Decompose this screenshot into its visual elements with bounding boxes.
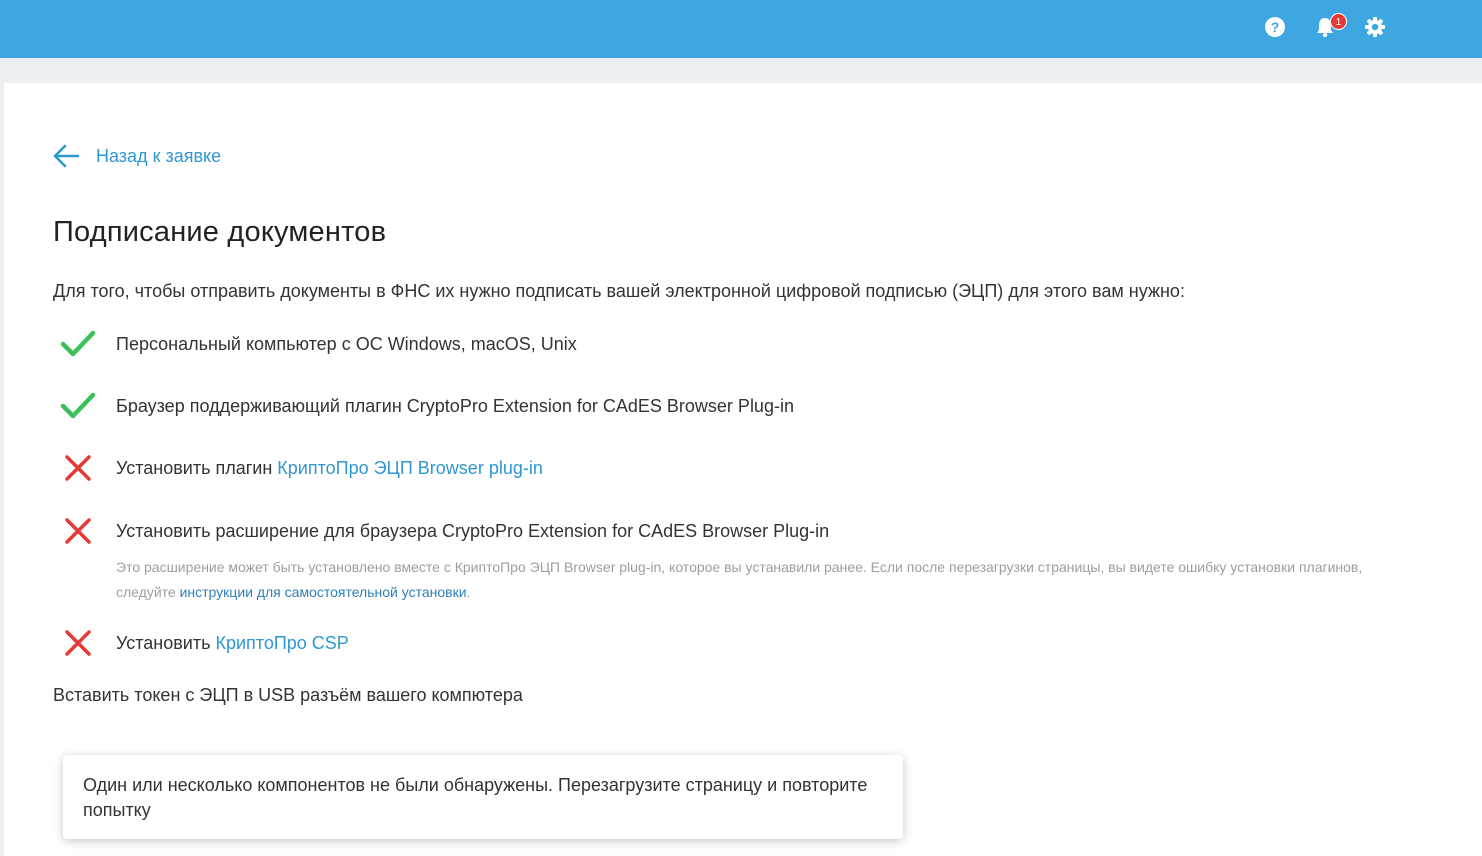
- question-circle-icon[interactable]: ?: [1263, 15, 1287, 39]
- requirement-item: Установить КриптоПро CSP: [60, 625, 349, 661]
- requirement-text: Установить КриптоПро CSP: [116, 632, 349, 653]
- top-bar: ? 1: [0, 0, 1482, 58]
- main-card: Назад к заявке Подписание документов Для…: [4, 83, 1482, 856]
- requirement-item: Браузер поддерживающий плагин CryptoPro …: [60, 388, 794, 424]
- check-icon: [60, 388, 96, 424]
- requirement-text: Персональный компьютер с ОС Windows, mac…: [116, 333, 577, 354]
- arrow-left-icon: [53, 144, 80, 168]
- cross-icon: [60, 513, 96, 549]
- notification-count-badge: 1: [1330, 13, 1347, 30]
- manual-install-instructions-link[interactable]: инструкции для самостоятельной установки: [180, 584, 467, 600]
- requirement-item: Установить расширение для браузера Crypt…: [60, 513, 829, 549]
- svg-text:?: ?: [1271, 19, 1280, 35]
- cross-icon: [60, 625, 96, 661]
- extension-note: Это расширение может быть установлено вм…: [116, 559, 1363, 600]
- requirement-item: Персональный компьютер с ОС Windows, mac…: [60, 326, 577, 362]
- requirement-text: Браузер поддерживающий плагин CryptoPro …: [116, 395, 794, 416]
- usb-token-step: Вставить токен с ЭЦП в USB разъём вашего…: [53, 685, 523, 705]
- gear-icon[interactable]: [1363, 15, 1387, 39]
- back-to-application-link[interactable]: Назад к заявке: [52, 143, 221, 169]
- back-link-label: Назад к заявке: [96, 145, 222, 166]
- check-icon: [60, 326, 96, 362]
- cryptopro-csp-link[interactable]: КриптоПро CSP: [215, 633, 348, 653]
- error-toast: Один или несколько компонентов не были о…: [63, 755, 903, 839]
- intro-text: Для того, чтобы отправить документы в ФН…: [53, 281, 1185, 301]
- requirement-item: Установить плагин КриптоПро ЭЦП Browser …: [60, 450, 543, 486]
- requirement-text: Установить расширение для браузера Crypt…: [116, 520, 830, 541]
- cross-icon: [60, 450, 96, 486]
- requirement-text: Установить плагин КриптоПро ЭЦП Browser …: [116, 457, 543, 478]
- cryptopro-plugin-link[interactable]: КриптоПро ЭЦП Browser plug-in: [277, 458, 543, 478]
- page-title: Подписание документов: [53, 216, 387, 248]
